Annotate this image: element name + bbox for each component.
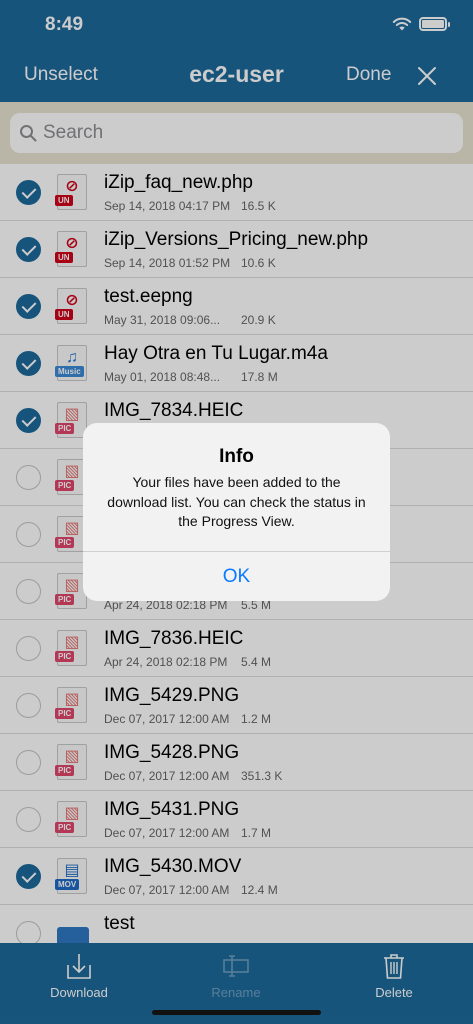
alert-title: Info (219, 446, 254, 467)
ok-button[interactable]: OK (83, 552, 390, 601)
home-indicator (152, 1010, 321, 1015)
alert-message: Your files have been added to the downlo… (107, 474, 366, 529)
info-alert-dialog: Info Your files have been added to the d… (83, 423, 390, 601)
